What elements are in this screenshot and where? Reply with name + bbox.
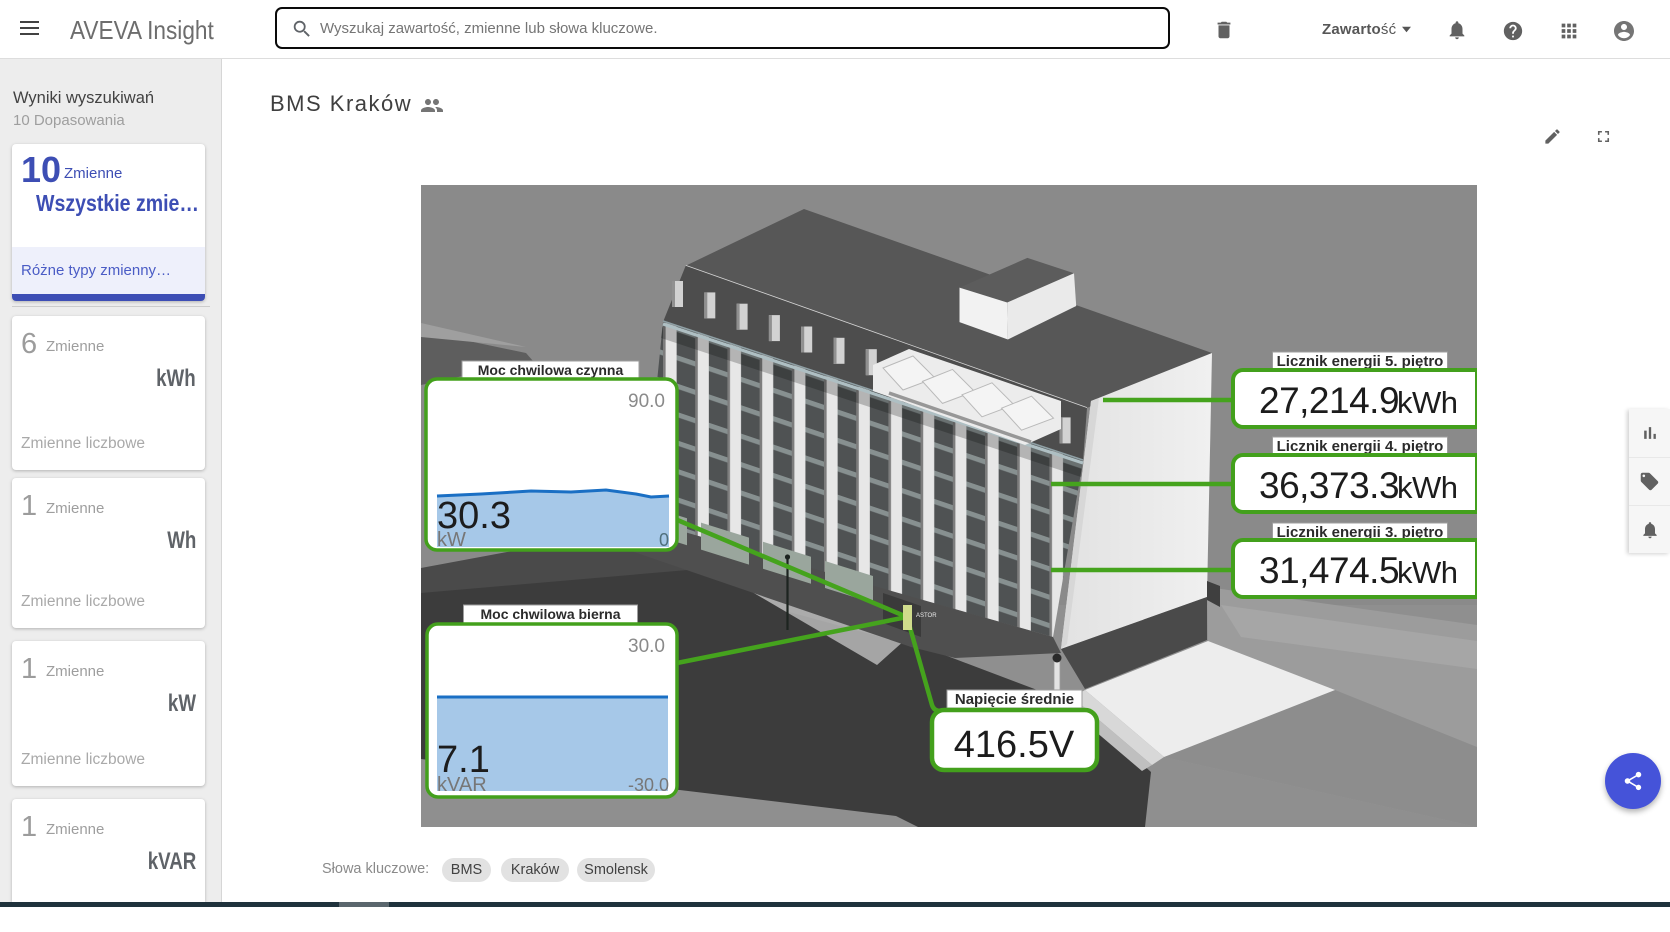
svg-text:Moc chwilowa czynna: Moc chwilowa czynna (478, 362, 624, 378)
svg-text:90.0: 90.0 (628, 391, 665, 412)
svg-text:416.5V: 416.5V (954, 724, 1075, 766)
svg-text:27,214.9kWh: 27,214.9kWh (1259, 380, 1458, 421)
svg-text:ASTOR: ASTOR (916, 613, 937, 619)
svg-text:-30.0: -30.0 (628, 775, 669, 795)
svg-text:kVAR: kVAR (437, 774, 487, 796)
svg-text:0: 0 (659, 530, 669, 550)
svg-text:31,474.5kWh: 31,474.5kWh (1259, 550, 1458, 591)
svg-text:30.0: 30.0 (628, 636, 665, 657)
svg-text:kW: kW (437, 529, 466, 551)
svg-text:Licznik energii 5. piętro: Licznik energii 5. piętro (1277, 353, 1444, 370)
svg-text:Moc chwilowa bierna: Moc chwilowa bierna (480, 606, 620, 622)
svg-text:Napięcie średnie: Napięcie średnie (955, 691, 1074, 708)
svg-text:Licznik energii 4. piętro: Licznik energii 4. piętro (1277, 438, 1444, 455)
svg-text:36,373.3kWh: 36,373.3kWh (1259, 465, 1458, 506)
